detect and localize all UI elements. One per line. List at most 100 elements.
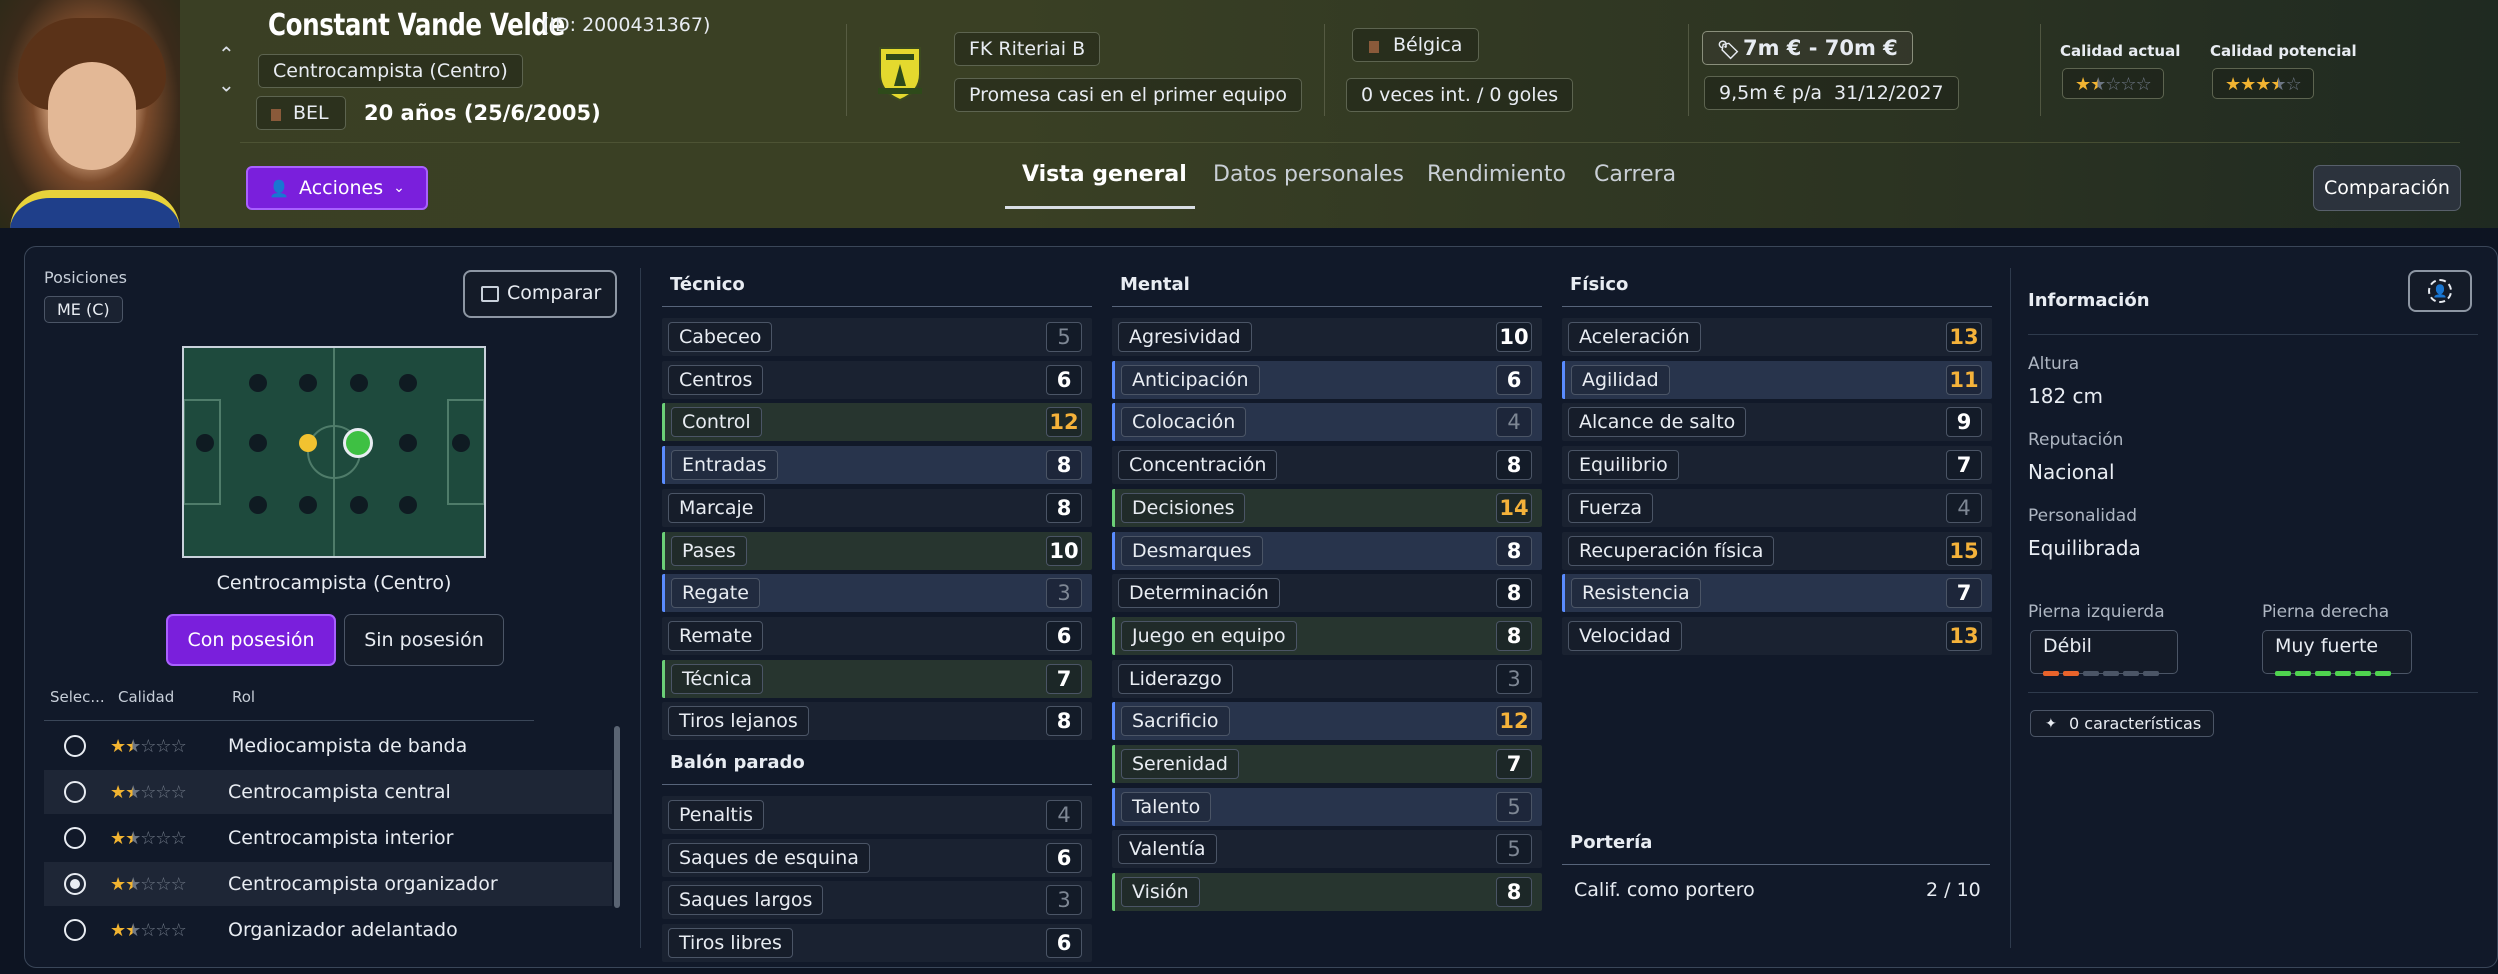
attribute-row[interactable]: Recuperación física 15: [1562, 531, 1992, 570]
role-row[interactable]: ★★☆☆☆ Mediocampista de banda: [44, 724, 612, 768]
attribute-row[interactable]: Velocidad 13: [1562, 616, 1992, 655]
attribute-row[interactable]: Tiros libres 6: [662, 924, 1092, 963]
role-radio[interactable]: [64, 827, 86, 849]
country-chip[interactable]: Bélgica: [1352, 28, 1480, 62]
attribute-value: 13: [1946, 322, 1982, 352]
attribute-value: 8: [1046, 706, 1082, 737]
previous-player-icon[interactable]: ⌃: [218, 42, 235, 66]
attribute-row[interactable]: Saques largos 3: [662, 881, 1092, 920]
attribute-row[interactable]: Desmarques 8: [1112, 531, 1542, 570]
attribute-name: Aceleración: [1568, 322, 1701, 352]
attribute-row[interactable]: Valentía 5: [1112, 830, 1542, 869]
tab-career[interactable]: Carrera: [1594, 162, 1676, 187]
role-radio[interactable]: [64, 919, 86, 941]
out-possession-toggle[interactable]: Sin posesión: [344, 614, 504, 666]
nationality-chip[interactable]: BEL: [256, 96, 346, 130]
attribute-name: Pases: [671, 535, 747, 566]
attribute-row[interactable]: Centros 6: [662, 360, 1092, 399]
attribute-value: 8: [1496, 450, 1532, 481]
role-radio[interactable]: [64, 873, 86, 895]
attribute-row[interactable]: Saques de esquina 6: [662, 838, 1092, 877]
position-slot: [399, 434, 417, 452]
attribute-name: Regate: [671, 578, 760, 609]
attribute-row[interactable]: Colocación 4: [1112, 403, 1542, 442]
attribute-name: Recuperación física: [1568, 535, 1775, 566]
column-divider: [2010, 268, 2011, 948]
value-range: 7m € - 70m €: [1743, 36, 1898, 60]
attribute-value: 7: [1946, 578, 1982, 609]
attribute-row[interactable]: Serenidad 7: [1112, 745, 1542, 783]
attribute-row[interactable]: Resistencia 7: [1562, 574, 1992, 613]
actions-button[interactable]: 👤 Acciones ⌄: [246, 166, 428, 210]
player-age: 20 años (25/6/2005): [364, 101, 601, 125]
role-row[interactable]: ★★☆☆☆ Centrocampista organizador: [44, 862, 612, 906]
role-radio[interactable]: [64, 735, 86, 757]
role-row[interactable]: ★★☆☆☆ Centrocampista central: [44, 770, 612, 814]
attribute-row[interactable]: Marcaje 8: [662, 488, 1092, 527]
club-crest-icon[interactable]: [872, 40, 928, 104]
roles-scrollbar[interactable]: [614, 726, 620, 908]
attribute-row[interactable]: Pases 10: [662, 531, 1092, 570]
divider: [846, 24, 847, 116]
attribute-row[interactable]: Equilibrio 7: [1562, 446, 1992, 485]
current-ability-stars: ★★☆☆☆: [2062, 68, 2164, 99]
attribute-row[interactable]: Regate 3: [662, 574, 1092, 613]
role-name: Centrocampista interior: [228, 827, 454, 849]
next-player-icon[interactable]: ⌃: [218, 72, 235, 96]
attribute-row[interactable]: Técnica 7: [662, 659, 1092, 698]
attribute-row[interactable]: Agilidad 11: [1562, 360, 1992, 399]
attribute-row[interactable]: Aceleración 13: [1562, 318, 1992, 356]
right-foot-value: Muy fuerte: [2275, 635, 2379, 657]
position-slot: [399, 374, 417, 392]
attribute-row[interactable]: Control 12: [662, 403, 1092, 442]
attribute-value: 6: [1046, 928, 1082, 959]
tab-personal-data[interactable]: Datos personales: [1213, 162, 1404, 187]
roles-header-role[interactable]: Rol: [232, 688, 255, 706]
attribute-row[interactable]: Sacrificio 12: [1112, 702, 1542, 741]
reputation-label: Reputación: [2028, 430, 2124, 450]
person-icon: 👤: [269, 178, 290, 198]
tab-overview[interactable]: Vista general: [1022, 162, 1187, 187]
attribute-row[interactable]: Concentración 8: [1112, 446, 1542, 485]
attribute-row[interactable]: Anticipación 6: [1112, 360, 1542, 399]
club-name[interactable]: FK Riteriai B: [954, 32, 1101, 66]
role-row[interactable]: ★★☆☆☆ Organizador adelantado: [44, 908, 612, 952]
role-radio[interactable]: [64, 781, 86, 803]
attribute-row[interactable]: Alcance de salto 9: [1562, 403, 1992, 442]
primary-position-dot: [343, 428, 373, 458]
traits-label: 0 características: [2069, 714, 2202, 733]
attribute-name: Control: [671, 407, 762, 438]
roles-header-quality[interactable]: Calidad: [118, 688, 174, 706]
attribute-row[interactable]: Juego en equipo 8: [1112, 616, 1542, 655]
attribute-row[interactable]: Determinación 8: [1112, 574, 1542, 613]
left-foot-chip: Débil: [2030, 630, 2178, 676]
attribute-row[interactable]: Entradas 8: [662, 446, 1092, 485]
compare-icon: [481, 286, 499, 302]
attribute-row[interactable]: Liderazgo 3: [1112, 659, 1542, 698]
in-possession-toggle[interactable]: Con posesión: [166, 614, 336, 666]
comparison-button[interactable]: Comparación: [2313, 165, 2461, 211]
attribute-row[interactable]: Tiros lejanos 8: [662, 702, 1092, 741]
attribute-row[interactable]: Penaltis 4: [662, 796, 1092, 834]
role-stars: ★★☆☆☆: [110, 919, 187, 941]
attribute-row[interactable]: Cabeceo 5: [662, 318, 1092, 356]
attribute-row[interactable]: Remate 6: [662, 616, 1092, 655]
traits-button[interactable]: ✦ 0 características: [2030, 710, 2215, 737]
price-tag-icon: 🏷: [1717, 40, 1740, 61]
role-row[interactable]: ★★☆☆☆ Centrocampista interior: [44, 816, 612, 860]
set_pieces-underline: [662, 784, 1092, 785]
goalkeeping-underline: [1562, 864, 1990, 865]
player-photo: [0, 0, 180, 228]
compare-button[interactable]: Comparar: [463, 270, 618, 318]
info-title: Información: [2028, 290, 2150, 311]
profile-button[interactable]: 👤: [2408, 270, 2472, 312]
attribute-row[interactable]: Agresividad 10: [1112, 318, 1542, 356]
attribute-row[interactable]: Talento 5: [1112, 787, 1542, 826]
attribute-row[interactable]: Fuerza 4: [1562, 488, 1992, 527]
tab-performance[interactable]: Rendimiento: [1427, 162, 1566, 187]
position-slot: [249, 434, 267, 452]
attribute-row[interactable]: Decisiones 14: [1112, 488, 1542, 527]
roles-header-select[interactable]: Selec...: [50, 688, 105, 706]
left-foot-bar: [2043, 659, 2165, 681]
attribute-row[interactable]: Visión 8: [1112, 873, 1542, 912]
